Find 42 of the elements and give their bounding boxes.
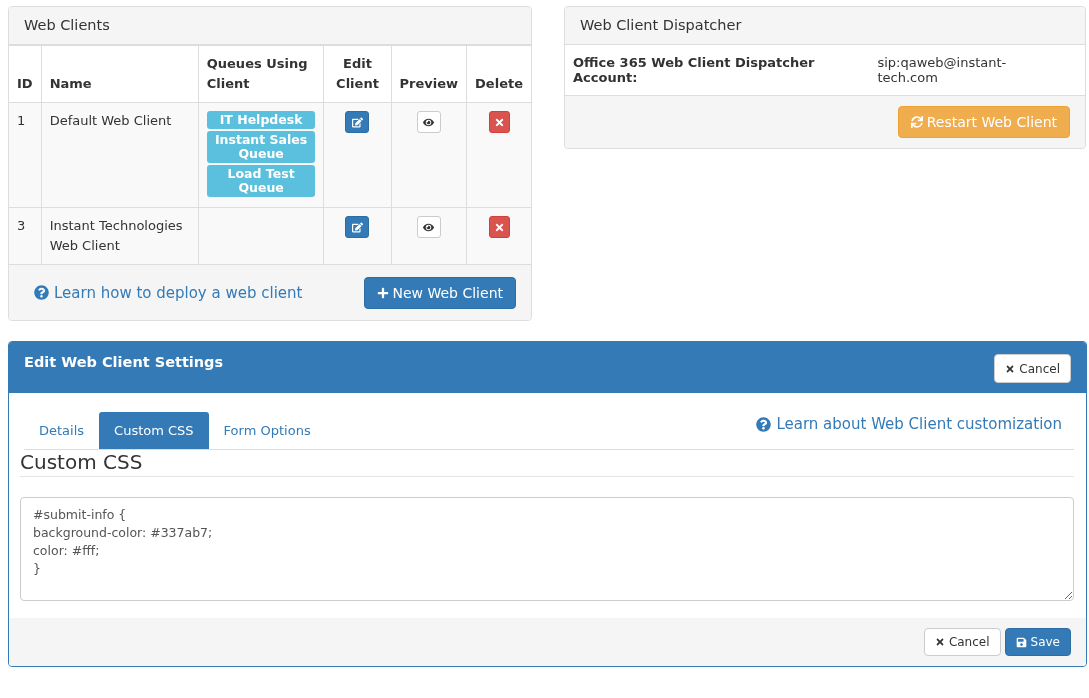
table-cell: Default Web Client: [41, 102, 199, 208]
tab[interactable]: Form Options: [208, 412, 326, 449]
help-icon: [756, 416, 772, 432]
table-cell: 3: [9, 207, 42, 265]
queue-label: Load Test Queue: [206, 165, 316, 197]
column-header: Queues Using Client: [198, 45, 324, 103]
eye-icon[interactable]: [416, 111, 441, 133]
tab[interactable]: Custom CSS: [99, 412, 209, 449]
help-link[interactable]: Learn about Web Client customization: [756, 415, 1062, 433]
account-value: sip:qaweb@instant-tech.com: [877, 55, 1008, 85]
account-label: Office 365 Web Client Dispatcher Account:: [573, 55, 816, 85]
column-header: Preview: [391, 45, 467, 103]
cancel-button[interactable]: Cancel: [923, 628, 1001, 656]
section-title: Custom CSS: [20, 450, 1074, 477]
tab[interactable]: Details: [24, 412, 100, 449]
help-link[interactable]: Learn how to deploy a web client: [34, 283, 303, 302]
eye-icon[interactable]: [416, 216, 441, 238]
help-icon: [34, 285, 49, 300]
new-web-client-button[interactable]: New Web Client: [363, 276, 516, 309]
table-cell: 1: [9, 102, 42, 208]
cancel-button[interactable]: Cancel: [994, 354, 1071, 383]
edit-icon[interactable]: [345, 216, 370, 238]
delete-icon[interactable]: [488, 216, 510, 238]
edit-icon[interactable]: [345, 111, 370, 133]
panel-title: Web Clients: [9, 7, 531, 45]
close-icon: [1005, 363, 1016, 374]
css-textarea[interactable]: #submit-info { background-color: #337ab7; color: #fff; }: [20, 497, 1074, 601]
panel-title: Edit Web Client Settings: [24, 354, 224, 372]
column-header: ID: [9, 45, 42, 103]
plus-icon: [376, 286, 389, 299]
column-header: Edit Client: [323, 45, 392, 103]
save-icon: [1015, 636, 1027, 648]
panel-title: Web Client Dispatcher: [565, 7, 1085, 45]
table-cell: Instant Technologies Web Client: [41, 207, 199, 265]
refresh-icon: [910, 116, 923, 128]
save-button[interactable]: Save: [1004, 628, 1071, 656]
column-header: Name: [41, 45, 199, 103]
column-header: Delete: [466, 45, 531, 103]
queue-label: Instant Sales Queue: [206, 131, 316, 163]
queue-label: IT Helpdesk: [206, 111, 316, 129]
close-icon: [934, 637, 945, 647]
delete-icon[interactable]: [488, 111, 510, 133]
